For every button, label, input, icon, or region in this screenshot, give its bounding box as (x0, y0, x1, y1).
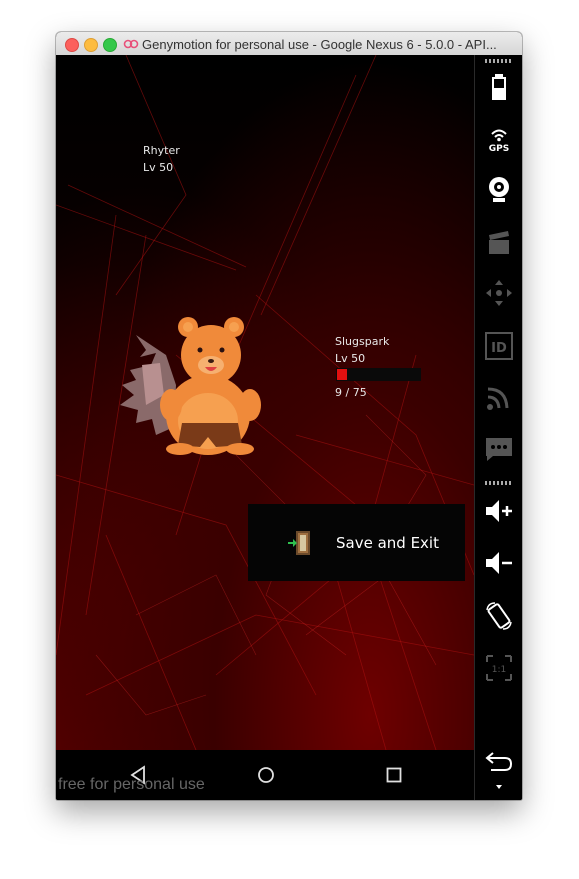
dpad-icon[interactable] (483, 277, 515, 309)
genymotion-sidebar: GPS ID 1:1 (474, 55, 522, 800)
close-window-button[interactable] (65, 38, 79, 52)
network-icon[interactable] (483, 381, 515, 413)
save-and-exit-button[interactable]: Save and Exit (248, 504, 465, 581)
genymotion-logo-icon (123, 39, 139, 49)
pokemon-sprite (120, 317, 261, 455)
trainer-name: Rhyter (143, 144, 180, 157)
sidebar-back-icon[interactable] (483, 745, 515, 777)
minimize-window-button[interactable] (84, 38, 98, 52)
id-label: ID (491, 341, 507, 356)
pokemon-level: Lv 50 (335, 352, 366, 365)
watermark-text: free for personal use (58, 776, 205, 793)
hp-bar (336, 368, 421, 381)
hp-text: 9 / 75 (335, 386, 367, 399)
android-screen[interactable]: Rhyter Lv 50 Slugspark Lv 50 9 / 75 Save… (56, 55, 474, 750)
android-nav-bar: free for personal use (56, 750, 474, 800)
nav-recents-icon[interactable] (381, 762, 407, 788)
capture-icon[interactable] (483, 227, 515, 259)
title-bar[interactable]: Genymotion for personal use - Google Nex… (56, 32, 522, 56)
gps-icon[interactable]: GPS (483, 123, 515, 155)
webcam-icon[interactable] (483, 173, 515, 205)
pokemon-name: Slugspark (335, 335, 390, 348)
volume-up-icon[interactable] (483, 495, 515, 527)
save-and-exit-label: Save and Exit (336, 534, 439, 552)
sidebar-more-icon[interactable] (483, 780, 515, 794)
volume-down-icon[interactable] (483, 547, 515, 579)
emulator-window: Genymotion for personal use - Google Nex… (56, 32, 522, 800)
sidebar-grip-2 (485, 481, 513, 485)
window-title: Genymotion for personal use - Google Nex… (142, 37, 497, 52)
zoom-window-button[interactable] (103, 38, 117, 52)
sidebar-grip (485, 59, 513, 63)
scale-label: 1:1 (492, 665, 506, 675)
battery-icon[interactable] (483, 71, 515, 103)
nav-home-icon[interactable] (253, 762, 279, 788)
scale-icon[interactable]: 1:1 (483, 652, 515, 684)
device-id-icon[interactable]: ID (483, 330, 515, 362)
trainer-level: Lv 50 (143, 161, 174, 174)
hp-bar-fill (337, 369, 347, 380)
door-exit-icon (288, 531, 310, 555)
rotate-icon[interactable] (483, 600, 515, 632)
sms-icon[interactable] (483, 433, 515, 465)
gps-label: GPS (489, 144, 509, 154)
